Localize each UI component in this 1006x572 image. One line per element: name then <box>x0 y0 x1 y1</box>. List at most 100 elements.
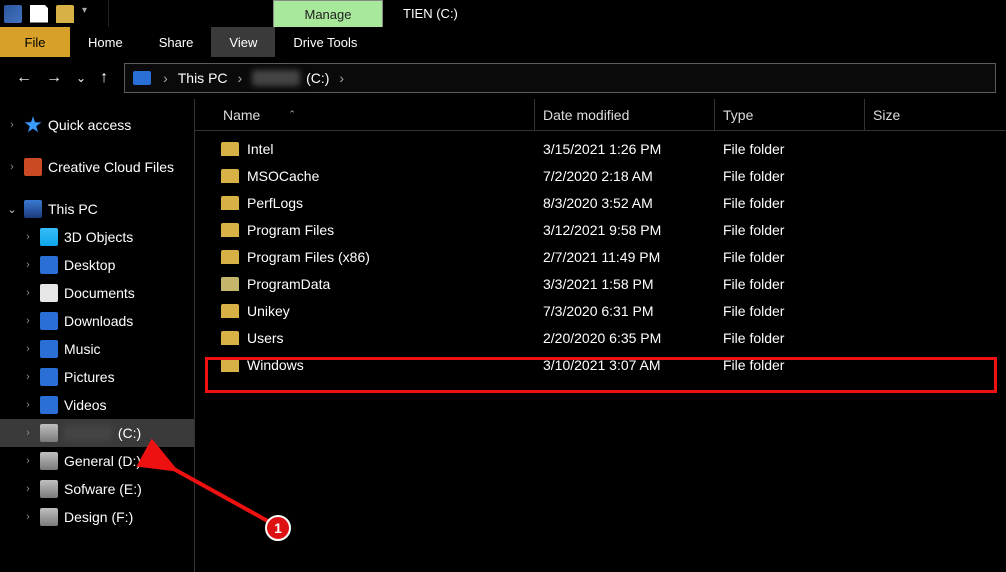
properties-icon[interactable] <box>30 5 48 23</box>
file-row[interactable]: Program Files (x86) 2/7/2021 11:49 PM Fi… <box>215 243 1006 270</box>
tab-drive-tools[interactable]: Drive Tools <box>275 27 375 57</box>
sidebar-item-label: Design (F:) <box>64 509 133 525</box>
disk-icon <box>40 480 58 498</box>
sidebar-item-label: Pictures <box>64 369 115 385</box>
file-row[interactable]: Users 2/20/2020 6:35 PM File folder <box>215 324 1006 351</box>
expand-icon[interactable]: › <box>22 427 34 439</box>
chevron-icon[interactable]: › <box>234 70 247 86</box>
sidebar-item-label: Music <box>64 341 101 357</box>
history-dropdown[interactable]: ⌄ <box>76 71 86 85</box>
file-type: File folder <box>715 357 865 373</box>
sidebar-item[interactable]: › 3D Objects <box>0 223 194 251</box>
file-date: 2/20/2020 6:35 PM <box>535 330 715 346</box>
sidebar-quick-access[interactable]: › Quick access <box>0 111 194 139</box>
file-name: Intel <box>247 141 273 157</box>
expand-icon[interactable]: › <box>22 343 34 355</box>
file-name: MSOCache <box>247 168 319 184</box>
file-date: 8/3/2020 3:52 AM <box>535 195 715 211</box>
sidebar-item-label: Sofware (E:) <box>64 481 142 497</box>
expand-icon[interactable]: › <box>22 399 34 411</box>
expand-icon[interactable]: › <box>6 161 18 173</box>
file-type: File folder <box>715 249 865 265</box>
file-row[interactable]: Intel 3/15/2021 1:26 PM File folder <box>215 135 1006 162</box>
folder-icon <box>40 312 58 330</box>
sidebar-item-label: Downloads <box>64 313 133 329</box>
ribbon-context-tab[interactable]: Manage <box>273 0 383 27</box>
sidebar-item[interactable]: › Pictures <box>0 363 194 391</box>
column-headers: Name ⌃ Date modified Type Size <box>195 99 1006 131</box>
sidebar-drive[interactable]: › TIEN (C:) <box>0 419 194 447</box>
file-date: 3/12/2021 9:58 PM <box>535 222 715 238</box>
file-name: PerfLogs <box>247 195 303 211</box>
sidebar-this-pc[interactable]: ⌄ This PC <box>0 195 194 223</box>
sidebar-drive[interactable]: › Sofware (E:) <box>0 475 194 503</box>
back-button[interactable]: ← <box>16 69 32 87</box>
file-row[interactable]: Unikey 7/3/2020 6:31 PM File folder <box>215 297 1006 324</box>
up-button[interactable]: ↑ <box>100 69 108 87</box>
file-row[interactable]: Program Files 3/12/2021 9:58 PM File fol… <box>215 216 1006 243</box>
sidebar-item[interactable]: › Documents <box>0 279 194 307</box>
folder-icon <box>40 340 58 358</box>
file-type: File folder <box>715 141 865 157</box>
nav-buttons: ← → ⌄ ↑ <box>10 69 114 87</box>
folder-icon <box>40 256 58 274</box>
sidebar-item[interactable]: › Music <box>0 335 194 363</box>
chevron-icon[interactable]: › <box>159 70 172 86</box>
file-name: ProgramData <box>247 276 330 292</box>
star-icon <box>24 116 42 134</box>
sidebar-drive[interactable]: › Design (F:) <box>0 503 194 531</box>
expand-icon[interactable]: › <box>22 511 34 523</box>
explorer-icon[interactable] <box>4 5 22 23</box>
qat: ▾ <box>0 0 109 27</box>
expand-icon[interactable]: › <box>22 483 34 495</box>
file-name: Unikey <box>247 303 290 319</box>
collapse-icon[interactable]: ⌄ <box>6 203 18 216</box>
expand-icon[interactable]: › <box>22 287 34 299</box>
chevron-icon[interactable]: › <box>335 70 348 86</box>
column-type[interactable]: Type <box>715 99 865 130</box>
sidebar-item-label: General (D:) <box>64 453 141 469</box>
folder-icon <box>40 368 58 386</box>
breadcrumb-drive-suffix[interactable]: (C:) <box>306 70 329 86</box>
sidebar-item[interactable]: › Videos <box>0 391 194 419</box>
file-row[interactable]: Windows 3/10/2021 3:07 AM File folder <box>215 351 1006 378</box>
newfolder-icon[interactable] <box>56 5 74 23</box>
folder-icon <box>221 169 239 183</box>
file-menu[interactable]: File <box>0 27 70 57</box>
sidebar-item[interactable]: › Desktop <box>0 251 194 279</box>
column-name[interactable]: Name ⌃ <box>215 99 535 130</box>
menubar: File Home Share View Drive Tools <box>0 27 1006 57</box>
file-date: 7/3/2020 6:31 PM <box>535 303 715 319</box>
main-area: › Quick access › Creative Cloud Files ⌄ … <box>0 99 1006 572</box>
expand-icon[interactable]: › <box>22 231 34 243</box>
sidebar-drive[interactable]: › General (D:) <box>0 447 194 475</box>
file-listing: Name ⌃ Date modified Type Size Intel 3/1… <box>195 99 1006 572</box>
expand-icon[interactable]: › <box>6 119 18 131</box>
sidebar-creative-cloud[interactable]: › Creative Cloud Files <box>0 153 194 181</box>
qat-dropdown-icon[interactable]: ▾ <box>82 5 100 23</box>
breadcrumb-root[interactable]: This PC <box>178 70 228 86</box>
address-bar[interactable]: › This PC › TIEN (C:) › <box>124 63 996 93</box>
file-row[interactable]: PerfLogs 8/3/2020 3:52 AM File folder <box>215 189 1006 216</box>
tab-home[interactable]: Home <box>70 27 141 57</box>
expand-icon[interactable]: › <box>22 259 34 271</box>
tab-share[interactable]: Share <box>141 27 212 57</box>
expand-icon[interactable]: › <box>22 371 34 383</box>
address-row: ← → ⌄ ↑ › This PC › TIEN (C:) › <box>0 57 1006 99</box>
expand-icon[interactable]: › <box>22 455 34 467</box>
file-row[interactable]: MSOCache 7/2/2020 2:18 AM File folder <box>215 162 1006 189</box>
breadcrumb-pc-icon <box>133 71 151 85</box>
disk-icon <box>40 424 58 442</box>
file-row[interactable]: ProgramData 3/3/2021 1:58 PM File folder <box>215 270 1006 297</box>
file-date: 2/7/2021 11:49 PM <box>535 249 715 265</box>
column-size[interactable]: Size <box>865 99 965 130</box>
file-name: Windows <box>247 357 304 373</box>
tab-view[interactable]: View <box>211 27 275 57</box>
expand-icon[interactable]: › <box>22 315 34 327</box>
file-name: Program Files <box>247 222 334 238</box>
sidebar-item[interactable]: › Downloads <box>0 307 194 335</box>
forward-button[interactable]: → <box>46 69 62 87</box>
titlebar: ▾ Manage TIEN (C:) <box>0 0 1006 27</box>
folder-icon <box>40 396 58 414</box>
column-date[interactable]: Date modified <box>535 99 715 130</box>
